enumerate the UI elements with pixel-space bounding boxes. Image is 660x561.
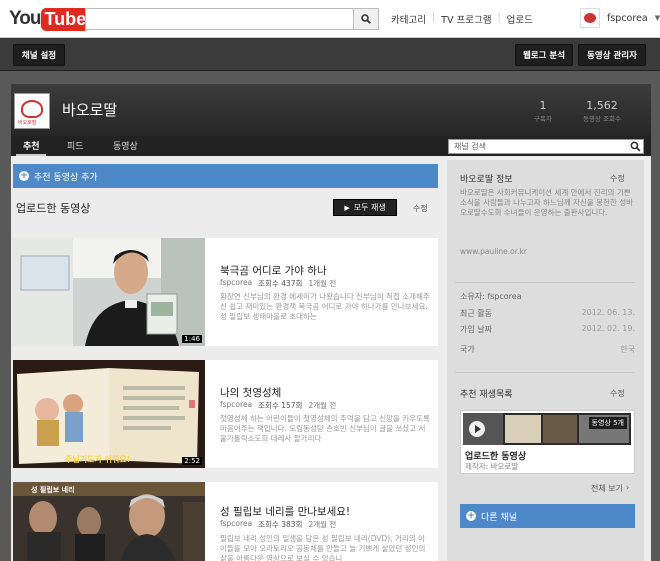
add-featured-label: 추천 동영상 추가 xyxy=(34,172,98,183)
video-item[interactable]: 성 필립보 네리 성 필립보 네리를 만나보세요! fspcorea 조회수 3… xyxy=(13,482,438,561)
video-title[interactable]: 성 필립보 네리를 만나보세요! xyxy=(220,504,350,519)
search-button[interactable] xyxy=(353,8,379,30)
video-overlay-text: 주님기도가 쉬워요! xyxy=(65,455,131,464)
video-description: 황창연 신부님의 환경 에세이가 나왔습니다 신부님이 직접 소개해주신 쉽고 … xyxy=(220,292,430,321)
video-meta: fspcorea 조회수 157회 2개월 전 xyxy=(220,400,336,411)
playlist-author: 제작자: 바오로딸 xyxy=(465,462,519,471)
video-age: 2개월 전 xyxy=(308,520,337,529)
channel-url[interactable]: www.pauline.or.kr xyxy=(460,247,527,257)
video-meta: fspcorea 조회수 437회 1개월 전 xyxy=(220,278,336,289)
view-count: 1,562 동영상 조회수 xyxy=(583,99,621,123)
play-all-label: 모두 재생 xyxy=(353,203,386,212)
edit-section-link[interactable]: 수정 xyxy=(413,203,428,214)
add-featured-video-button[interactable]: + 추천 동영상 추가 xyxy=(13,164,438,188)
video-meta: fspcorea 조회수 383회 2개월 전 xyxy=(220,519,336,530)
tab-feed[interactable]: 피드 xyxy=(67,139,84,152)
channel-description: 바오로딸은 사회커뮤니케이션 세계 안에서 진리의 기쁜 소식을 사람들과 나누… xyxy=(460,188,634,217)
tab-videos[interactable]: 동영상 xyxy=(113,139,138,152)
channel-avatar-text: 바오로딸 xyxy=(18,120,37,126)
plus-icon: + xyxy=(19,171,29,181)
link-tv[interactable]: TV 프로그램 xyxy=(441,12,491,26)
edit-playlist-link[interactable]: 수정 xyxy=(610,388,625,399)
search-icon[interactable] xyxy=(630,141,641,152)
video-duration: 2:52 xyxy=(182,457,202,465)
other-channels-label: 다른 채널 xyxy=(481,512,517,523)
channel-search-placeholder: 채널 검색 xyxy=(454,142,486,151)
video-title[interactable]: 북극곰 어디로 가야 하나 xyxy=(220,263,327,278)
channel-settings-button[interactable]: 채널 설정 xyxy=(13,44,65,66)
subscriber-count: 1 구독자 xyxy=(534,99,552,123)
link-category[interactable]: 카테고리 xyxy=(391,12,426,26)
logo-tube: Tube xyxy=(41,7,90,31)
video-author[interactable]: fspcorea xyxy=(220,400,252,411)
divider xyxy=(455,282,635,283)
video-views: 조회수 437회 xyxy=(258,279,303,288)
info-title: 바오로딸 정보 xyxy=(460,175,513,185)
search-icon xyxy=(361,14,371,24)
divider xyxy=(455,372,635,373)
top-links: 카테고리 | TV 프로그램 | 업로드 xyxy=(391,12,533,26)
logo-mark xyxy=(21,100,43,118)
video-author[interactable]: fspcorea xyxy=(220,519,252,530)
video-description: 첫영성체 하는 어린이들이 첫영성체의 추억을 담고 신앙을 키우도록 마음어주… xyxy=(220,414,430,443)
youtube-logo[interactable]: You Tube xyxy=(9,7,90,31)
search-input[interactable] xyxy=(85,8,354,30)
owner-row: 소유자: fspcorea xyxy=(460,292,522,301)
video-thumbnail[interactable]: 성 필립보 네리 xyxy=(13,482,205,561)
chevron-right-icon: › xyxy=(625,483,630,492)
join-date-row: 가입 날짜 2012. 02. 19. xyxy=(460,324,635,334)
logo-you: You xyxy=(9,8,42,29)
last-activity-row: 최근 활동 2012. 06. 13. xyxy=(460,308,635,318)
video-author[interactable]: fspcorea xyxy=(220,278,252,289)
playlist-section-title: 추천 재생목록 xyxy=(460,390,513,400)
video-duration: 1:46 xyxy=(182,335,202,343)
video-item[interactable]: 주님기도가 쉬워요! 2:52 나의 첫영성체 fspcorea 조회수 157… xyxy=(13,360,438,468)
see-all-link[interactable]: 전체 보기 › xyxy=(591,483,629,494)
username: fspcorea xyxy=(607,12,648,24)
section-title: 업로드한 동영상 xyxy=(16,202,91,215)
video-overlay-text: 성 필립보 네리 xyxy=(31,486,75,494)
video-age: 1개월 전 xyxy=(308,279,337,288)
video-title[interactable]: 나의 첫영성체 xyxy=(220,385,281,400)
video-manager-button[interactable]: 동영상 관리자 xyxy=(578,44,646,66)
edit-info-link[interactable]: 수정 xyxy=(610,173,625,184)
other-channels-button[interactable]: + 다른 채널 xyxy=(460,504,635,528)
video-views: 조회수 383회 xyxy=(258,520,303,529)
analytics-button[interactable]: 웹로그 분석 xyxy=(515,44,573,66)
avatar xyxy=(580,8,600,28)
chevron-down-icon: ▼ xyxy=(654,14,660,22)
video-views: 조회수 157회 xyxy=(258,401,303,410)
user-menu[interactable]: fspcorea ▼ xyxy=(580,8,660,28)
active-tab-indicator xyxy=(16,154,46,156)
playlist-count-badge: 동영상 5개 xyxy=(588,417,627,429)
play-icon: ▶ xyxy=(344,203,350,212)
tab-featured[interactable]: 추천 xyxy=(23,139,40,152)
channel-search-input[interactable]: 채널 검색 xyxy=(448,139,644,154)
playlist-thumbnail[interactable]: 동영상 5개 xyxy=(463,413,631,445)
video-description: 필립보 네리 성인의 일생을 담은 성 필립보 네리(DVD), 거리의 아이들… xyxy=(220,534,426,561)
link-upload[interactable]: 업로드 xyxy=(507,12,533,26)
video-item[interactable]: 1:46 북극곰 어디로 가야 하나 fspcorea 조회수 437회 1개월… xyxy=(13,238,438,346)
play-all-button[interactable]: ▶ 모두 재생 xyxy=(333,199,397,216)
video-age: 2개월 전 xyxy=(308,401,337,410)
sidebar xyxy=(447,160,644,561)
plus-icon: + xyxy=(466,511,476,521)
video-thumbnail[interactable]: 주님기도가 쉬워요! 2:52 xyxy=(13,360,205,468)
country-row: 국가 한국 xyxy=(460,345,635,354)
channel-title: 바오로딸 xyxy=(62,101,118,119)
channel-avatar: 바오로딸 xyxy=(14,93,50,129)
video-thumbnail[interactable]: 1:46 xyxy=(13,238,205,346)
